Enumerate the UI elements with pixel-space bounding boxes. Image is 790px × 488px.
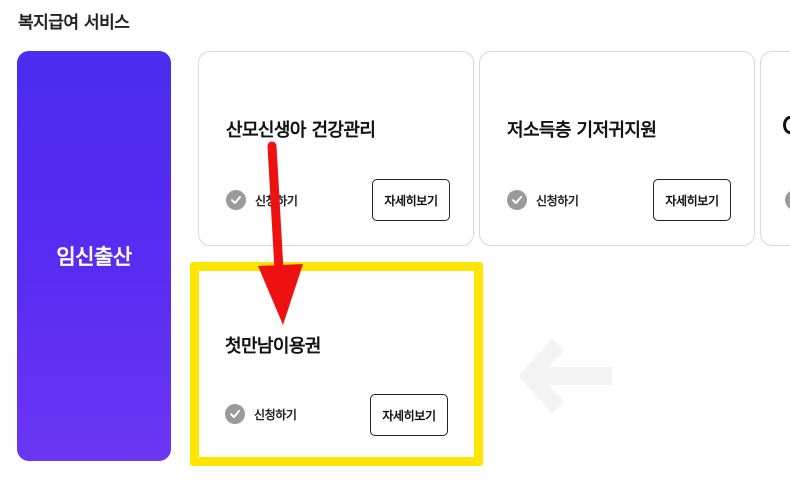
apply-label: 신청하기: [536, 193, 579, 208]
apply-button[interactable]: 신청하기: [507, 190, 579, 210]
category-card-pregnancy[interactable]: 임신출산: [17, 51, 171, 461]
category-label: 임신출산: [56, 245, 132, 269]
detail-button[interactable]: 자세히보기: [653, 179, 731, 221]
partial-check-icon: [785, 190, 790, 210]
check-circle-icon: [226, 190, 246, 210]
page: 복지급여 서비스 임신출산 산모신생아 건강관리 신청하기 자세히보기 저소득층…: [0, 0, 790, 488]
partial-title-glyph: [783, 116, 790, 134]
service-card-diaper-support[interactable]: 저소득층 기저귀지원 신청하기 자세히보기: [479, 51, 755, 246]
apply-label: 신청하기: [255, 193, 298, 208]
check-circle-icon: [507, 190, 527, 210]
card-title: 산모신생아 건강관리: [226, 120, 376, 141]
apply-button[interactable]: 신청하기: [226, 190, 298, 210]
left-arrow-icon: [518, 339, 612, 413]
card-title: 저소득층 기저귀지원: [507, 120, 657, 141]
section-title: 복지급여 서비스: [18, 13, 130, 33]
service-card-postpartum-care[interactable]: 산모신생아 건강관리 신청하기 자세히보기: [198, 51, 474, 246]
highlight-frame: [190, 262, 483, 466]
detail-button[interactable]: 자세히보기: [372, 179, 450, 221]
service-card-partial[interactable]: [760, 51, 790, 246]
